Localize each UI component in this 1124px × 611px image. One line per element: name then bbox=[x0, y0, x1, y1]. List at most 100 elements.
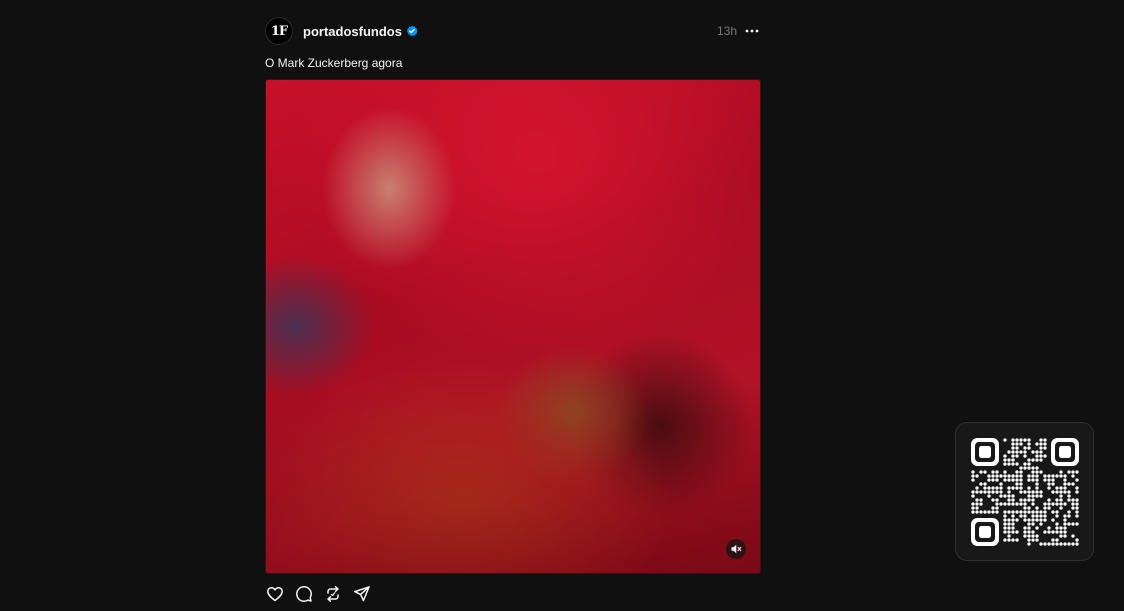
qr-dot bbox=[1046, 477, 1051, 482]
qr-dot bbox=[1074, 489, 1079, 494]
qr-dot bbox=[1034, 537, 1039, 542]
qr-dot bbox=[1042, 509, 1047, 514]
qr-dot bbox=[1026, 525, 1031, 530]
qr-dot bbox=[1010, 449, 1015, 454]
qr-dot bbox=[1046, 485, 1051, 490]
qr-dot bbox=[1018, 513, 1023, 518]
qr-dot bbox=[986, 477, 991, 482]
qr-dot bbox=[1006, 473, 1011, 478]
qr-dot bbox=[1002, 501, 1007, 506]
qr-dot bbox=[1042, 441, 1047, 446]
qr-dot bbox=[1062, 517, 1067, 522]
qr-dot bbox=[1046, 473, 1051, 478]
author-username[interactable]: portadosfundos bbox=[303, 24, 402, 39]
qr-dot bbox=[994, 469, 999, 474]
speaker-muted-icon[interactable] bbox=[726, 539, 746, 559]
qr-dot bbox=[1010, 445, 1015, 450]
qr-dot bbox=[1006, 449, 1011, 454]
qr-dot bbox=[1038, 469, 1043, 474]
comment-bubble-icon[interactable] bbox=[294, 584, 314, 604]
qr-dot bbox=[1066, 469, 1071, 474]
qr-dot bbox=[1010, 477, 1015, 482]
qr-dot bbox=[1006, 521, 1011, 526]
qr-dot bbox=[1022, 505, 1027, 510]
qr-dot bbox=[1030, 529, 1035, 534]
qr-dot bbox=[1030, 473, 1035, 478]
qr-dot bbox=[1018, 497, 1023, 502]
qr-dot bbox=[1014, 485, 1019, 490]
qr-dot bbox=[1006, 529, 1011, 534]
qr-dot bbox=[1070, 473, 1075, 478]
qr-dot bbox=[1006, 517, 1011, 522]
qr-dot bbox=[1058, 529, 1063, 534]
post-video[interactable] bbox=[265, 79, 761, 574]
qr-dot bbox=[1066, 541, 1071, 546]
qr-dot bbox=[1014, 517, 1019, 522]
qr-dot bbox=[974, 497, 979, 502]
qr-dot bbox=[1030, 457, 1035, 462]
qr-dot bbox=[1062, 533, 1067, 538]
qr-dot bbox=[1074, 509, 1079, 514]
qr-dot bbox=[1018, 477, 1023, 482]
qr-dot bbox=[1030, 509, 1035, 514]
qr-dot bbox=[1022, 465, 1027, 470]
qr-dot bbox=[1014, 529, 1019, 534]
qr-dot bbox=[1014, 501, 1019, 506]
qr-dot bbox=[1018, 469, 1023, 474]
qr-dot bbox=[1054, 537, 1059, 542]
qr-dot bbox=[1038, 513, 1043, 518]
qr-dot bbox=[1066, 513, 1071, 518]
qr-dot bbox=[1026, 541, 1031, 546]
qr-dot bbox=[1014, 481, 1019, 486]
qr-dot bbox=[1038, 449, 1043, 454]
qr-dot bbox=[1002, 529, 1007, 534]
qr-dot bbox=[1034, 465, 1039, 470]
repost-icon[interactable] bbox=[323, 584, 343, 604]
qr-dot bbox=[1070, 497, 1075, 502]
qr-dot bbox=[1054, 485, 1059, 490]
qr-dot bbox=[1062, 481, 1067, 486]
qr-dot bbox=[978, 509, 983, 514]
qr-dot bbox=[982, 509, 987, 514]
post-caption: O Mark Zuckerberg agora bbox=[265, 56, 403, 70]
qr-dot bbox=[982, 485, 987, 490]
qr-dot bbox=[1010, 513, 1015, 518]
qr-dot bbox=[1022, 445, 1027, 450]
qr-dot bbox=[1034, 481, 1039, 486]
heart-icon[interactable] bbox=[265, 584, 285, 604]
qr-dot bbox=[1042, 437, 1047, 442]
qr-dot bbox=[1022, 513, 1027, 518]
qr-dot bbox=[990, 469, 995, 474]
post-actions bbox=[265, 584, 381, 604]
qr-dot bbox=[970, 477, 975, 482]
qr-code-card[interactable] bbox=[955, 422, 1094, 561]
qr-dot bbox=[1038, 489, 1043, 494]
qr-dot bbox=[1026, 457, 1031, 462]
qr-dot bbox=[998, 473, 1003, 478]
qr-dot bbox=[1062, 541, 1067, 546]
more-horizontal-icon[interactable] bbox=[743, 22, 761, 40]
qr-dot bbox=[1018, 485, 1023, 490]
qr-dot bbox=[970, 469, 975, 474]
qr-dot bbox=[1030, 469, 1035, 474]
qr-dot bbox=[1070, 469, 1075, 474]
author-avatar[interactable]: 1F bbox=[265, 17, 293, 45]
qr-dot bbox=[986, 509, 991, 514]
qr-dot bbox=[1070, 481, 1075, 486]
qr-dot bbox=[1022, 497, 1027, 502]
qr-dot bbox=[1022, 449, 1027, 454]
send-icon[interactable] bbox=[352, 584, 372, 604]
qr-dot bbox=[1034, 485, 1039, 490]
qr-dot bbox=[1066, 493, 1071, 498]
qr-dot bbox=[1022, 517, 1027, 522]
qr-dot bbox=[1034, 477, 1039, 482]
qr-dot bbox=[974, 505, 979, 510]
post-timestamp[interactable]: 13h bbox=[717, 24, 737, 38]
qr-dot bbox=[1006, 525, 1011, 530]
qr-dot bbox=[998, 501, 1003, 506]
qr-dot bbox=[978, 481, 983, 486]
qr-dot bbox=[1002, 517, 1007, 522]
qr-dot bbox=[994, 501, 999, 506]
qr-dot bbox=[1046, 497, 1051, 502]
qr-dot bbox=[1030, 501, 1035, 506]
